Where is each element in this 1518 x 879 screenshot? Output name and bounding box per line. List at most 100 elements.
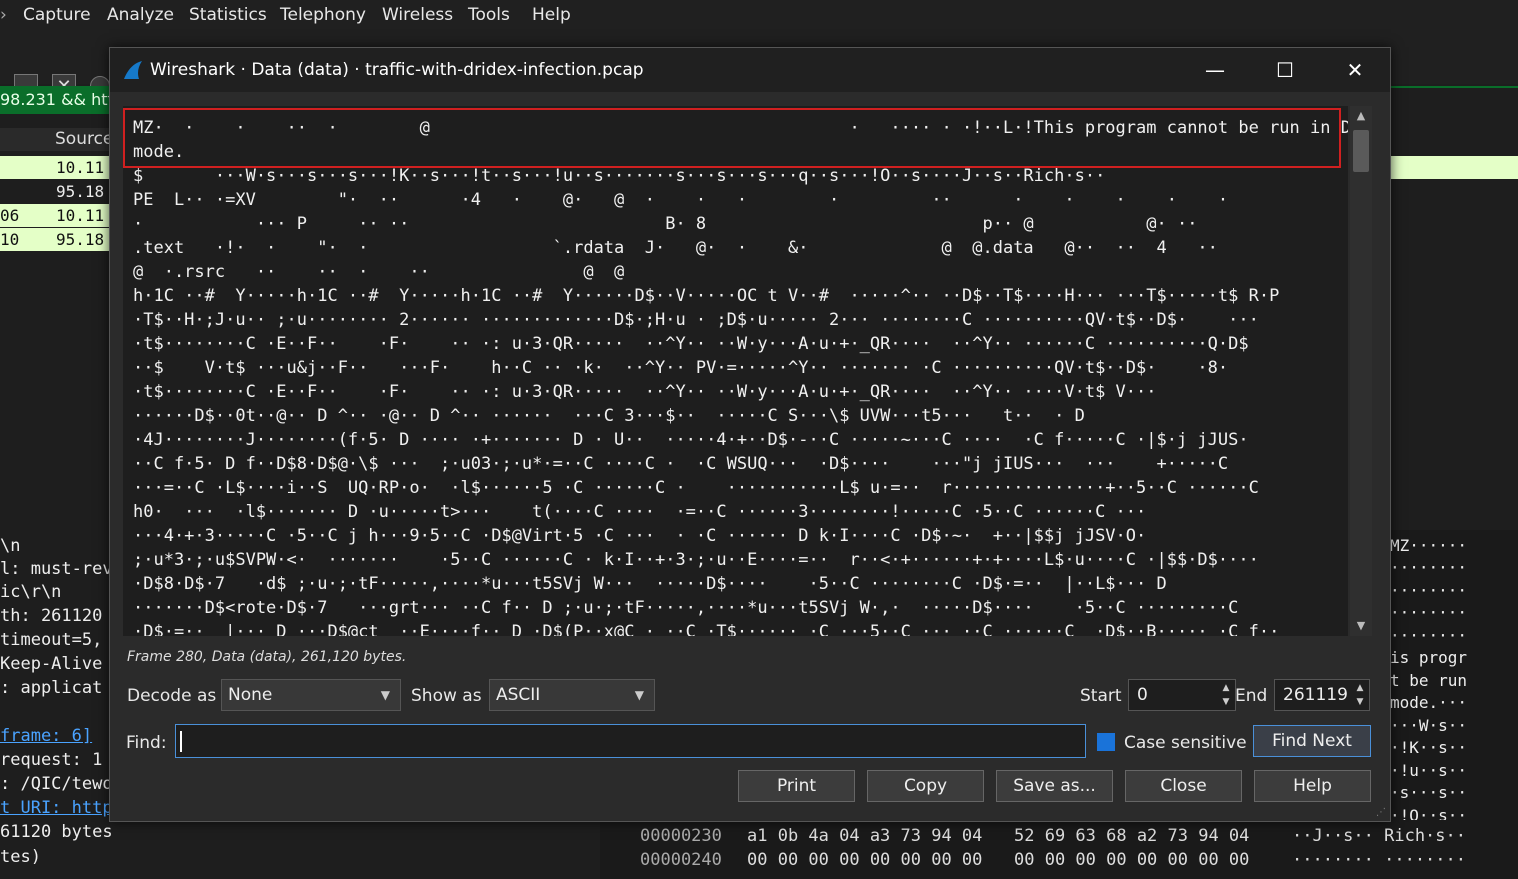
detail-link-frame[interactable]: frame: 6] [0,725,92,748]
byte-offset: 00000230 [640,826,722,846]
detail-link-uri[interactable]: t URI: http [0,797,113,820]
detail-line[interactable]: tes) [0,846,41,869]
menu-tools[interactable]: Tools [468,5,510,25]
detail-line[interactable]: \n [0,535,20,558]
case-sensitive-label[interactable]: Case sensitive [1124,733,1247,753]
packet-bytes-line: h0· ··· ·l$······· D ·u·····t>··· t(····… [133,502,1147,522]
scrollbar-thumb[interactable] [1353,130,1369,172]
start-label: Start [1080,686,1122,706]
ascii-line: ········ [1390,558,1468,577]
show-as-select[interactable]: ASCII ▼ [489,679,655,711]
byte-ascii[interactable]: ··J··s·· Rich·s·· [1292,826,1466,846]
packet-details-pane: \n l: must-rev ic\r\n th: 261120 timeout… [0,530,113,879]
detail-line[interactable]: timeout=5, [0,629,113,652]
menu-analyze[interactable]: Analyze [107,5,174,25]
packet-bytes-text: MZ· · · ·· · @ · ···· · ·!··L·!This prog… [133,116,1348,636]
decode-as-label: Decode as [127,686,217,706]
menu-wireless[interactable]: Wireless [382,5,453,25]
packet-bytes-line: ······D$··0t··@·· D ^·· ·@·· D ^·· ·····… [133,406,1085,426]
byte-hex[interactable]: a1 0b 4a 04 a3 73 94 04 [747,826,982,846]
menu-bar: › Capture Analyze Statistics Telephony W… [0,0,1518,32]
packet-row[interactable]: 06 10.11 [0,204,110,227]
spin-up-icon[interactable]: ▲ [1353,681,1367,695]
dialog-title-bar[interactable]: Wireshark · Data (data) · traffic-with-d… [110,48,1390,92]
end-spinbox[interactable]: 261119 ▲ ▼ [1274,679,1370,711]
show-packet-bytes-dialog: Wireshark · Data (data) · traffic-with-d… [109,47,1391,822]
packet-list-right-edge [1390,88,1518,179]
wireshark-fin-icon [124,61,142,79]
detail-line[interactable]: Keep-Alive [0,653,102,676]
byte-ascii[interactable]: ········ ········ [1292,850,1466,870]
packet-bytes-text-view[interactable]: MZ· · · ·· · @ · ···· · ·!··L·!This prog… [123,106,1348,636]
menu-capture[interactable]: Capture [23,5,91,25]
case-sensitive-checkbox[interactable] [1097,733,1115,751]
packet-bytes-line: h·1C ··# Y·····h·1C ··# Y·····h·1C ··# Y… [133,286,1280,306]
vertical-scrollbar[interactable]: ▲ ▼ [1350,106,1372,636]
help-button[interactable]: Help [1254,770,1371,802]
find-label: Find: [126,733,167,753]
decode-as-select[interactable]: None ▼ [221,679,401,711]
detail-line[interactable]: : applicat [0,677,102,700]
print-button[interactable]: Print [738,770,855,802]
packet-list: Source 10.11 95.18 06 10.11 10 95.18 [0,124,113,254]
find-next-button[interactable]: Find Next [1253,725,1371,757]
end-label: End [1235,686,1268,706]
scroll-up-arrow-icon[interactable]: ▲ [1350,106,1372,126]
chevron-down-icon: ▼ [380,688,390,702]
packet-bytes-line: ;·u*3·;·u$SVPW·<· ······· ·5··C ······C … [133,550,1259,570]
ascii-line: ········ [1390,626,1468,645]
menu-telephony[interactable]: Telephony [280,5,366,25]
maximize-button[interactable]: ☐ [1250,48,1320,92]
scroll-down-arrow-icon[interactable]: ▼ [1350,616,1372,636]
close-window-button[interactable]: ✕ [1320,48,1390,92]
minimize-button[interactable]: — [1180,48,1250,92]
ascii-line: ·!u··s·· [1390,761,1468,780]
column-header-source[interactable]: Source [0,128,113,151]
start-value: 0 [1137,685,1148,705]
copy-button[interactable]: Copy [867,770,984,802]
start-spinbox[interactable]: 0 ▲ ▼ [1128,679,1236,711]
byte-hex[interactable]: 00 00 00 00 00 00 00 00 [747,850,982,870]
detail-line[interactable]: : /QIC/tewo [0,773,113,796]
display-filter-text: 98.231 && htt [0,90,114,109]
packet-source: 95.18 [56,182,105,201]
ascii-line: ········ [1390,581,1468,600]
packet-bytes-line: ··$ V·t$ ···u&j··F·· ···F· h··C ·· ·k· ·… [133,358,1229,378]
byte-hex[interactable]: 52 69 63 68 a2 73 94 04 [1014,826,1249,846]
packet-bytes-line: PE L·· ·=XV "· ·· ·4 · @· @ · · · · ·· ·… [133,190,1229,210]
ascii-line: ········ [1390,603,1468,622]
find-input[interactable] [175,724,1086,758]
detail-line[interactable]: request: 1 [0,749,102,772]
packet-source: 95.18 [56,230,105,249]
show-as-label: Show as [411,686,482,706]
spin-up-icon[interactable]: ▲ [1219,681,1233,695]
save-as-button[interactable]: Save as... [996,770,1113,802]
byte-hex[interactable]: 00 00 00 00 00 00 00 00 [1014,850,1249,870]
spin-down-icon[interactable]: ▼ [1353,695,1367,709]
ascii-line: mode.··· [1390,693,1468,712]
detail-line[interactable]: l: must-rev [0,558,113,581]
packet-bytes-line: · ··· P ·· ·· B· 8 p·· @ @· ·· [133,214,1198,234]
packet-no: 06 [0,206,20,225]
menu-help[interactable]: Help [532,5,571,25]
spin-down-icon[interactable]: ▼ [1219,695,1233,709]
packet-bytes-line: ·······D$<rote·D$·7 ···grt··· ··C f·· D … [133,598,1239,618]
detail-line[interactable]: th: 261120 [0,605,102,628]
detail-line[interactable]: ic\r\n [0,581,61,604]
ascii-line: is progr [1390,648,1468,667]
detail-line[interactable]: 61120 bytes [0,821,113,844]
packet-bytes-line: ·D$·=·· |··· D ···D$@ct ··E····f·· D ·D$… [133,622,1280,636]
bytes-pane: 00000230 a1 0b 4a 04 a3 73 94 04 52 69 6… [600,820,1518,879]
close-button[interactable]: Close [1125,770,1242,802]
end-value: 261119 [1283,685,1348,705]
packet-row[interactable]: 10 95.18 [0,228,110,251]
byte-offset: 00000240 [640,850,722,870]
packet-bytes-line: ··C f·5· D f··D$8·D$@·\$ ··· ;·u03·;·u*·… [133,454,1229,474]
packet-bytes-line: ·D$8·D$·7 ·d$ ;·u·;·tF·····,····*u···t5S… [133,574,1167,594]
text-caret [180,731,182,752]
packet-row[interactable]: 10.11 [0,156,110,179]
resize-grip-icon[interactable]: ⋰ [1376,807,1388,819]
packet-bytes-line: ·t$········C ·E··F·· ·F· ·· ·: u·3·QR···… [133,382,1157,402]
menu-statistics[interactable]: Statistics [189,5,267,25]
packet-row[interactable]: 95.18 [0,180,110,203]
